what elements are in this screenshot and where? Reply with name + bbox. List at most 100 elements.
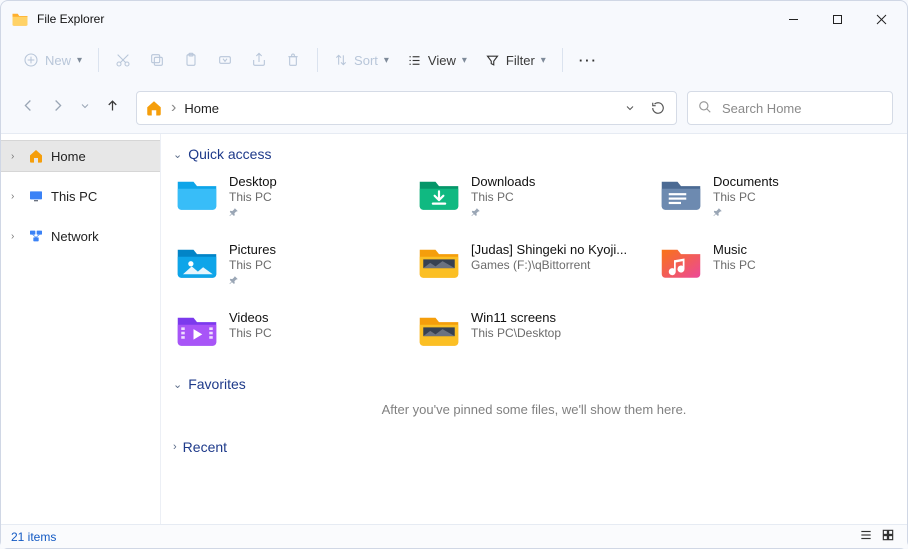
item-name: Downloads: [471, 174, 535, 190]
filter-label: Filter: [506, 53, 535, 68]
thumbnails-view-button[interactable]: [879, 528, 897, 545]
section-header-recent[interactable]: › Recent: [173, 439, 895, 455]
view-button[interactable]: View ▾: [399, 43, 475, 77]
folder-icon: [417, 174, 461, 214]
chevron-right-icon: ›: [173, 441, 177, 453]
share-button[interactable]: [243, 43, 275, 77]
chevron-down-icon: ▾: [462, 55, 467, 66]
content-area: ⌄ Quick access DesktopThis PCDownloadsTh…: [161, 134, 907, 524]
quick-access-item[interactable]: PicturesThis PC: [173, 240, 411, 292]
filter-button[interactable]: Filter ▾: [477, 43, 554, 77]
item-name: Videos: [229, 310, 272, 326]
sidebar-item-home[interactable]: › Home: [1, 140, 160, 172]
pin-icon: [713, 207, 779, 222]
expander-icon[interactable]: ›: [11, 151, 21, 162]
item-location: This PC\Desktop: [471, 326, 561, 341]
refresh-button[interactable]: [648, 101, 668, 115]
search-box[interactable]: Search Home: [687, 91, 893, 125]
section-header-favorites[interactable]: ⌄ Favorites: [173, 376, 895, 392]
new-label: New: [45, 53, 71, 68]
home-icon: [27, 148, 45, 164]
section-title: Favorites: [188, 376, 246, 392]
sidebar-item-network[interactable]: › Network: [1, 220, 160, 252]
chevron-down-icon: ⌄: [173, 148, 182, 161]
item-location: This PC: [471, 190, 535, 205]
folder-icon: [659, 242, 703, 282]
app-folder-icon: [11, 10, 29, 28]
toolbar-separator: [317, 48, 318, 72]
section-title: Recent: [183, 439, 227, 455]
folder-icon: [417, 310, 461, 350]
section-header-quick-access[interactable]: ⌄ Quick access: [173, 146, 895, 162]
pin-icon: [471, 207, 535, 222]
item-location: This PC: [713, 190, 779, 205]
chevron-down-icon: ▾: [77, 55, 82, 66]
command-toolbar: New ▾ Sort ▾ View ▾ Filter ▾ ···: [1, 37, 907, 83]
status-bar: 21 items: [1, 524, 907, 548]
folder-icon: [175, 242, 219, 282]
sort-label: Sort: [354, 53, 378, 68]
copy-button[interactable]: [141, 43, 173, 77]
quick-access-item[interactable]: [Judas] Shingeki no Kyoji...Games (F:)\q…: [415, 240, 653, 292]
chevron-down-icon: ▾: [384, 55, 389, 66]
navigation-row: › Home Search Home: [1, 83, 907, 133]
item-location: Games (F:)\qBittorrent: [471, 258, 627, 273]
pin-icon: [229, 275, 276, 290]
item-name: Pictures: [229, 242, 276, 258]
folder-icon: [417, 242, 461, 282]
chevron-down-icon: ⌄: [173, 378, 182, 391]
new-button[interactable]: New ▾: [15, 43, 90, 77]
toolbar-separator: [98, 48, 99, 72]
chevron-down-icon: ▾: [541, 55, 546, 66]
pin-icon: [229, 207, 277, 222]
quick-access-item[interactable]: DownloadsThis PC: [415, 172, 653, 224]
quick-access-item[interactable]: DesktopThis PC: [173, 172, 411, 224]
quick-access-grid: DesktopThis PCDownloadsThis PCDocumentsT…: [173, 172, 895, 352]
cut-button[interactable]: [107, 43, 139, 77]
item-count: 21 items: [11, 530, 56, 544]
item-name: Music: [713, 242, 756, 258]
back-button[interactable]: [21, 98, 36, 118]
sidebar-item-label: This PC: [51, 189, 97, 204]
navigation-sidebar: › Home › This PC › Network: [1, 134, 161, 524]
rename-button[interactable]: [209, 43, 241, 77]
folder-icon: [175, 310, 219, 350]
minimize-button[interactable]: [771, 4, 815, 34]
address-bar[interactable]: › Home: [136, 91, 677, 125]
folder-icon: [659, 174, 703, 214]
toolbar-separator: [562, 48, 563, 72]
item-location: This PC: [229, 258, 276, 273]
breadcrumb-location[interactable]: Home: [184, 101, 219, 116]
quick-access-item[interactable]: DocumentsThis PC: [657, 172, 895, 224]
sort-button[interactable]: Sort ▾: [326, 43, 397, 77]
network-icon: [27, 228, 45, 244]
item-location: This PC: [229, 326, 272, 341]
this-pc-icon: [27, 188, 45, 204]
home-icon: [145, 99, 163, 117]
forward-button[interactable]: [50, 98, 65, 118]
quick-access-item[interactable]: Win11 screensThis PC\Desktop: [415, 308, 653, 352]
quick-access-item[interactable]: MusicThis PC: [657, 240, 895, 292]
close-button[interactable]: [859, 4, 903, 34]
folder-icon: [175, 174, 219, 214]
favorites-empty-hint: After you've pinned some files, we'll sh…: [173, 402, 895, 417]
up-button[interactable]: [105, 98, 120, 118]
expander-icon[interactable]: ›: [11, 191, 21, 202]
history-dropdown-button[interactable]: [620, 102, 640, 114]
view-label: View: [428, 53, 456, 68]
recent-locations-button[interactable]: [79, 99, 91, 117]
item-name: [Judas] Shingeki no Kyoji...: [471, 242, 627, 258]
sidebar-item-label: Home: [51, 149, 86, 164]
quick-access-item[interactable]: VideosThis PC: [173, 308, 411, 352]
expander-icon[interactable]: ›: [11, 231, 21, 242]
delete-button[interactable]: [277, 43, 309, 77]
item-location: This PC: [229, 190, 277, 205]
sidebar-item-this-pc[interactable]: › This PC: [1, 180, 160, 212]
item-location: This PC: [713, 258, 756, 273]
paste-button[interactable]: [175, 43, 207, 77]
more-button[interactable]: ···: [571, 43, 606, 77]
window-title: File Explorer: [37, 12, 771, 26]
details-view-button[interactable]: [857, 528, 875, 545]
maximize-button[interactable]: [815, 4, 859, 34]
item-name: Win11 screens: [471, 310, 561, 326]
